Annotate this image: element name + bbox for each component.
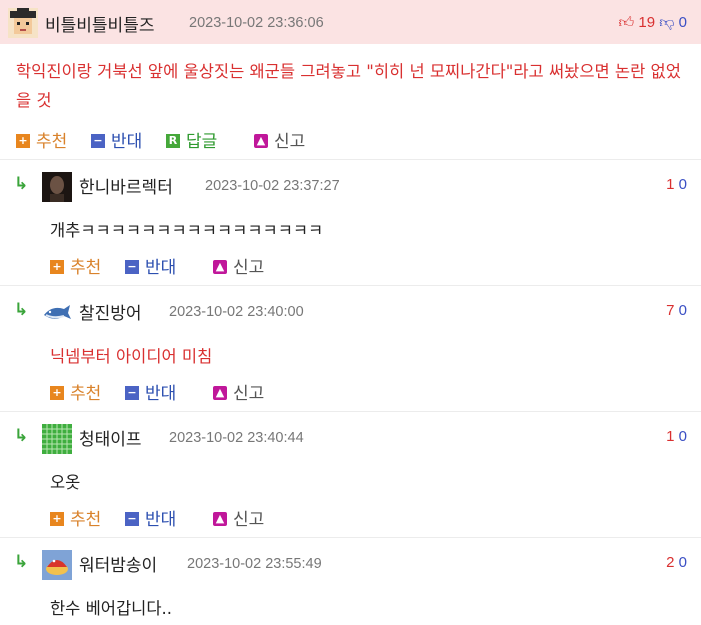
recommend-label: 추천 [70, 384, 102, 404]
reply-arrow-icon: ↳ [14, 552, 29, 572]
siren-icon: ▲ [213, 385, 227, 400]
recommend-label: 추천 [70, 510, 102, 530]
oppose-button[interactable]: − 반대 [125, 379, 176, 404]
comment-actions: + 추천 − 반대 ▲ 신고 [50, 497, 701, 537]
plus-icon: + [50, 259, 64, 274]
vote-counts: 2 0 [666, 554, 687, 571]
nickname[interactable]: 워터밤송이 [79, 551, 157, 576]
reply-header: ↳ 한니바르렉터 2023-10-02 23:37:27 1 0 [0, 160, 701, 208]
avatar[interactable] [42, 424, 72, 454]
thumbs-down-icon[interactable]: 👎︎ [659, 14, 674, 31]
report-label: 신고 [233, 384, 265, 404]
recommend-label: 추천 [36, 132, 68, 152]
plus-icon: + [50, 385, 64, 400]
recommend-button[interactable]: + 추천 [50, 253, 101, 278]
comment-date: 2023-10-02 23:36:06 [189, 15, 324, 31]
report-label: 신고 [233, 258, 265, 278]
plus-icon: + [16, 133, 30, 148]
report-button[interactable]: ▲ 신고 [213, 253, 264, 278]
up-count: 1 [666, 428, 675, 445]
reply-header: ↳ 청태이프 2023-10-02 23:40:44 1 0 [0, 412, 701, 460]
minus-icon: − [125, 259, 139, 274]
comment-actions: + 추천 − 반대 ▲ 신고 [50, 371, 701, 411]
reply-r-icon: R [166, 133, 180, 148]
siren-icon: ▲ [254, 133, 268, 148]
up-count: 2 [666, 554, 675, 571]
nickname[interactable]: 비틀비틀비틀즈 [45, 11, 154, 36]
comment-date: 2023-10-02 23:55:49 [187, 556, 322, 572]
recommend-button[interactable]: + 추천 [50, 379, 101, 404]
thumbs-up-icon[interactable]: 👍︎ [619, 14, 635, 31]
plus-icon: + [50, 511, 64, 526]
reply-header: ↳ 워터밤송이 2023-10-02 23:55:49 2 0 [0, 538, 701, 586]
nickname[interactable]: 한니바르렉터 [79, 173, 173, 198]
comment-date: 2023-10-02 23:37:27 [205, 178, 340, 194]
minus-icon: − [125, 385, 139, 400]
vote-counts: 1 0 [666, 176, 687, 193]
minus-icon: − [125, 511, 139, 526]
comment-text: 학익진이랑 거북선 앞에 울상짓는 왜군들 그려놓고 "히히 넌 모찌나간다"라… [16, 62, 681, 110]
comment-date: 2023-10-02 23:40:44 [169, 430, 304, 446]
report-button[interactable]: ▲ 신고 [254, 127, 305, 152]
oppose-button[interactable]: − 반대 [91, 127, 142, 152]
vote-counts: 1 0 [666, 428, 687, 445]
reply-arrow-icon: ↳ [14, 174, 29, 194]
up-count: 7 [666, 302, 675, 319]
main-comment: 비틀비틀비틀즈 2023-10-02 23:36:06 👍︎ 19 👎︎ 0 학… [0, 0, 701, 159]
oppose-label: 반대 [145, 258, 177, 278]
nickname[interactable]: 청태이프 [79, 425, 142, 450]
reply-comment: ↳ 한니바르렉터 2023-10-02 23:37:27 1 0 개추ㅋㅋㅋㅋㅋ… [0, 160, 701, 285]
siren-icon: ▲ [213, 259, 227, 274]
vote-counts: 7 0 [666, 302, 687, 319]
reply-button[interactable]: R 답글 [166, 127, 217, 152]
oppose-button[interactable]: − 반대 [125, 505, 176, 530]
reply-comment: ↳ 청태이프 2023-10-02 23:40:44 1 0 오옷 + 추천 − [0, 412, 701, 537]
siren-icon: ▲ [213, 511, 227, 526]
avatar[interactable] [8, 8, 38, 38]
comment-header: 비틀비틀비틀즈 2023-10-02 23:36:06 👍︎ 19 👎︎ 0 [0, 0, 701, 44]
down-count: 0 [678, 428, 687, 445]
recommend-button[interactable]: + 추천 [50, 505, 101, 530]
report-label: 신고 [233, 510, 265, 530]
oppose-label: 반대 [145, 384, 177, 404]
report-label: 신고 [274, 132, 306, 152]
down-count: 0 [678, 302, 687, 319]
comment-text: 개추ㅋㅋㅋㅋㅋㅋㅋㅋㅋㅋㅋㅋㅋㅋㅋㅋ [50, 221, 324, 240]
comment-actions: + 추천 − 반대 R 답글 ▲ 신고 [16, 119, 701, 159]
avatar[interactable] [42, 550, 72, 580]
recommend-label: 추천 [70, 258, 102, 278]
oppose-label: 반대 [111, 132, 143, 152]
reply-label: 답글 [186, 132, 218, 152]
reply-comment: ↳ 찰진방어 2023-10-02 23:40:00 7 0 닉넴부터 아이디어… [0, 286, 701, 411]
down-count: 0 [678, 14, 687, 31]
reply-comment: ↳ 워터밤송이 2023-10-02 23:55:49 2 0 한수 베어갑니다… [0, 538, 701, 623]
reply-header: ↳ 찰진방어 2023-10-02 23:40:00 7 0 [0, 286, 701, 334]
up-count: 19 [638, 14, 656, 31]
report-button[interactable]: ▲ 신고 [213, 379, 264, 404]
down-count: 0 [678, 554, 687, 571]
comment-date: 2023-10-02 23:40:00 [169, 304, 304, 320]
minus-icon: − [91, 133, 105, 148]
vote-counts: 👍︎ 19 👎︎ 0 [619, 14, 687, 32]
reply-arrow-icon: ↳ [14, 426, 29, 446]
nickname[interactable]: 찰진방어 [79, 299, 142, 324]
avatar[interactable] [42, 172, 72, 202]
report-button[interactable]: ▲ 신고 [213, 505, 264, 530]
reply-arrow-icon: ↳ [14, 300, 29, 320]
recommend-button[interactable]: + 추천 [16, 127, 67, 152]
up-count: 1 [666, 176, 675, 193]
comment-text: 한수 베어갑니다.. [50, 599, 172, 618]
comment-actions: + 추천 − 반대 ▲ 신고 [50, 245, 701, 285]
comment-text: 닉넴부터 아이디어 미침 [50, 347, 213, 366]
oppose-button[interactable]: − 반대 [125, 253, 176, 278]
comment-text: 오옷 [50, 473, 81, 492]
down-count: 0 [678, 176, 687, 193]
avatar[interactable] [42, 298, 72, 328]
oppose-label: 반대 [145, 510, 177, 530]
